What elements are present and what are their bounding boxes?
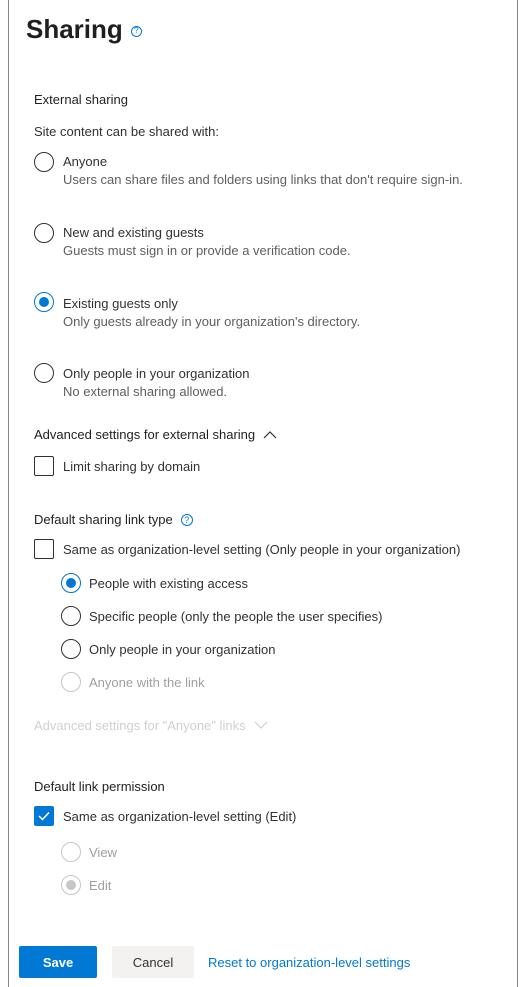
external-sharing-heading: External sharing xyxy=(34,92,128,107)
radio-existing-guests-only-description: Only guests already in your organization… xyxy=(63,314,361,329)
radio-anyone-label: Anyone xyxy=(63,154,108,169)
radio-dot xyxy=(66,880,76,890)
chevron-up-icon xyxy=(263,427,277,442)
radio-new-existing-guests[interactable] xyxy=(34,223,54,243)
radio-only-org-label: Only people in your organization xyxy=(63,366,250,381)
anyone-advanced-label: Advanced settings for "Anyone" links xyxy=(34,718,246,733)
radio-existing-guests-only-label: Existing guests only xyxy=(63,296,178,311)
default-link-type-heading-text: Default sharing link type xyxy=(34,512,173,527)
radio-specific-people-label: Specific people (only the people the use… xyxy=(89,609,383,624)
chevron-down-icon xyxy=(254,718,268,733)
radio-edit-label: Edit xyxy=(89,878,112,893)
radio-link-only-org[interactable] xyxy=(61,639,81,659)
advanced-external-toggle[interactable]: Advanced settings for external sharing xyxy=(34,427,277,442)
anyone-advanced-toggle: Advanced settings for "Anyone" links xyxy=(34,718,268,733)
permission-same-as-org-label: Same as organization-level setting (Edit… xyxy=(63,809,297,824)
default-link-type-heading: Default sharing link type ? xyxy=(34,512,193,527)
radio-new-existing-guests-label: New and existing guests xyxy=(63,225,204,240)
page-title: Sharing ? xyxy=(26,12,142,46)
page-title-text: Sharing xyxy=(26,14,123,44)
advanced-external-label: Advanced settings for external sharing xyxy=(34,427,256,442)
radio-view xyxy=(61,842,81,862)
radio-dot xyxy=(39,297,49,307)
radio-dot xyxy=(66,578,76,588)
external-sharing-intro: Site content can be shared with: xyxy=(34,124,220,139)
radio-anyone-with-link-label: Anyone with the link xyxy=(89,675,205,690)
radio-new-existing-guests-description: Guests must sign in or provide a verific… xyxy=(63,243,351,258)
default-link-permission-heading: Default link permission xyxy=(34,779,165,794)
radio-existing-guests-only[interactable] xyxy=(34,292,54,312)
limit-domain-checkbox[interactable] xyxy=(34,456,54,476)
radio-anyone-description: Users can share files and folders using … xyxy=(63,172,463,187)
cancel-button[interactable]: Cancel xyxy=(112,946,194,978)
help-circle-icon[interactable]: ? xyxy=(130,25,142,37)
sharing-panel: Sharing ? External sharing Site content … xyxy=(8,0,518,987)
radio-only-org[interactable] xyxy=(34,363,54,383)
radio-people-existing-access[interactable] xyxy=(61,573,81,593)
save-button[interactable]: Save xyxy=(19,946,97,978)
radio-edit xyxy=(61,875,81,895)
link-type-same-as-org-checkbox[interactable] xyxy=(34,539,54,559)
limit-domain-label: Limit sharing by domain xyxy=(63,459,201,474)
help-circle-icon[interactable]: ? xyxy=(180,513,193,526)
radio-people-existing-access-label: People with existing access xyxy=(89,576,248,591)
radio-anyone[interactable] xyxy=(34,152,54,172)
radio-view-label: View xyxy=(89,845,117,860)
radio-anyone-with-link xyxy=(61,672,81,692)
radio-specific-people[interactable] xyxy=(61,606,81,626)
permission-same-as-org-checkbox[interactable] xyxy=(34,806,54,826)
radio-only-org-description: No external sharing allowed. xyxy=(63,384,228,399)
link-type-same-as-org-label: Same as organization-level setting (Only… xyxy=(63,542,461,557)
radio-link-only-org-label: Only people in your organization xyxy=(89,642,276,657)
checkmark-icon xyxy=(38,811,50,821)
reset-link[interactable]: Reset to organization-level settings xyxy=(208,955,410,970)
